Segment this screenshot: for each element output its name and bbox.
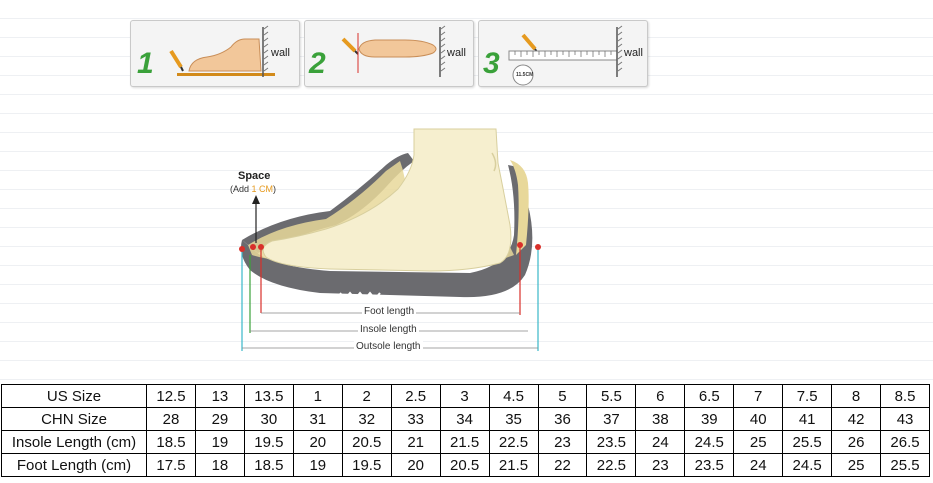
table-cell: 25.5	[782, 430, 833, 454]
table-cell: 4.5	[488, 384, 539, 408]
svg-text:3: 3	[483, 47, 500, 80]
table-cell: 34	[439, 407, 490, 431]
table-cell: 41	[782, 407, 833, 431]
table-cell: 17.5	[146, 453, 196, 477]
add-space-value: 1 CM	[251, 184, 274, 194]
table-cell: 42	[831, 407, 882, 431]
table-cell: 37	[586, 407, 637, 431]
table-cell: 25	[831, 453, 882, 477]
step-3-measure-label: 11.5CM	[516, 72, 534, 78]
row-header: US Size	[1, 384, 147, 408]
step-1-card: 1 wall	[130, 20, 300, 87]
table-cell: 23	[537, 430, 588, 454]
table-cell: 21	[390, 430, 441, 454]
insole-length-label: Insole length	[358, 324, 419, 335]
add-space-suffix: )	[273, 184, 277, 194]
table-cell: 18.5	[243, 453, 294, 477]
table-cell: 19	[194, 430, 245, 454]
table-cell: 28	[146, 407, 196, 431]
table-cell: 19	[292, 453, 343, 477]
table-cell: 24	[635, 430, 686, 454]
step-1-wall-label: wall	[271, 47, 290, 59]
table-cell: 20	[292, 430, 343, 454]
table-cell: 24.5	[782, 453, 833, 477]
table-cell: 19.5	[243, 430, 294, 454]
space-label: Space	[238, 170, 271, 182]
table-cell: 2	[341, 384, 392, 408]
table-cell: 13	[194, 384, 245, 408]
table-cell: 30	[243, 407, 294, 431]
table-cell: 38	[635, 407, 686, 431]
table-cell: 7	[733, 384, 784, 408]
table-cell: 20	[390, 453, 441, 477]
step-3-wall-label: wall	[624, 47, 643, 59]
table-cell: 43	[880, 407, 930, 431]
table-cell: 20.5	[439, 453, 490, 477]
step-3-card: 3 11.5CM wall	[478, 20, 648, 87]
table-cell: 39	[684, 407, 735, 431]
table-cell: 12.5	[146, 384, 196, 408]
table-cell: 40	[733, 407, 784, 431]
table-cell: 1	[292, 384, 343, 408]
table-cell: 36	[537, 407, 588, 431]
table-cell: 8	[831, 384, 882, 408]
table-row: Foot Length (cm) 17.5 18 18.5 19 19.5 20 20.5 21…	[1, 453, 930, 477]
table-cell: 23	[635, 453, 686, 477]
table-cell: 2.5	[390, 384, 441, 408]
table-cell: 22	[537, 453, 588, 477]
table-row: US Size 12.5 13 13.5 1 2 2.5 3 4.5 5 5.5 6 6.5 7 7.5 8 8…	[1, 384, 930, 408]
table-cell: 32	[341, 407, 392, 431]
foot-length-label: Foot length	[362, 306, 417, 317]
table-cell: 24	[733, 453, 784, 477]
table-cell: 7.5	[782, 384, 833, 408]
table-cell: 24.5	[684, 430, 735, 454]
table-cell: 23.5	[586, 430, 637, 454]
table-row: CHN Size 28 29 30 31 32 33 34 35 36 37 38 39 40 41 42 43	[1, 407, 930, 431]
table-cell: 22.5	[488, 430, 539, 454]
shoe-measurement-diagram	[239, 128, 541, 351]
table-cell: 3	[439, 384, 490, 408]
row-header: CHN Size	[1, 407, 147, 431]
table-cell: 21.5	[488, 453, 539, 477]
step-2-wall-label: wall	[447, 47, 466, 59]
add-space-prefix: (Add	[230, 184, 252, 194]
table-cell: 22.5	[586, 453, 637, 477]
table-cell: 5	[537, 384, 588, 408]
table-cell: 25.5	[880, 453, 930, 477]
table-cell: 29	[194, 407, 245, 431]
table-cell: 35	[488, 407, 539, 431]
svg-text:1: 1	[137, 47, 154, 80]
add-space-note: (Add 1 CM)	[230, 184, 276, 194]
table-cell: 6.5	[684, 384, 735, 408]
table-cell: 21.5	[439, 430, 490, 454]
table-cell: 5.5	[586, 384, 637, 408]
table-cell: 26.5	[880, 430, 930, 454]
step-2-card: 2 wall	[304, 20, 474, 87]
table-cell: 25	[733, 430, 784, 454]
table-cell: 18.5	[146, 430, 196, 454]
row-header: Insole Length (cm)	[1, 430, 147, 454]
table-cell: 19.5	[341, 453, 392, 477]
table-cell: 31	[292, 407, 343, 431]
table-cell: 33	[390, 407, 441, 431]
table-cell: 13.5	[243, 384, 294, 408]
size-table: US Size 12.5 13 13.5 1 2 2.5 3 4.5 5 5.5 6 6.5 7 7.5 8 8…	[1, 384, 930, 477]
table-cell: 18	[194, 453, 245, 477]
table-cell: 26	[831, 430, 882, 454]
table-cell: 23.5	[684, 453, 735, 477]
outsole-length-label: Outsole length	[354, 341, 423, 352]
row-header: Foot Length (cm)	[1, 453, 147, 477]
table-cell: 6	[635, 384, 686, 408]
table-cell: 20.5	[341, 430, 392, 454]
svg-text:2: 2	[308, 47, 326, 80]
table-row: Insole Length (cm) 18.5 19 19.5 20 20.5 21 21.5…	[1, 430, 930, 454]
step-3-illustration: 3	[483, 25, 623, 86]
table-cell: 8.5	[880, 384, 930, 408]
